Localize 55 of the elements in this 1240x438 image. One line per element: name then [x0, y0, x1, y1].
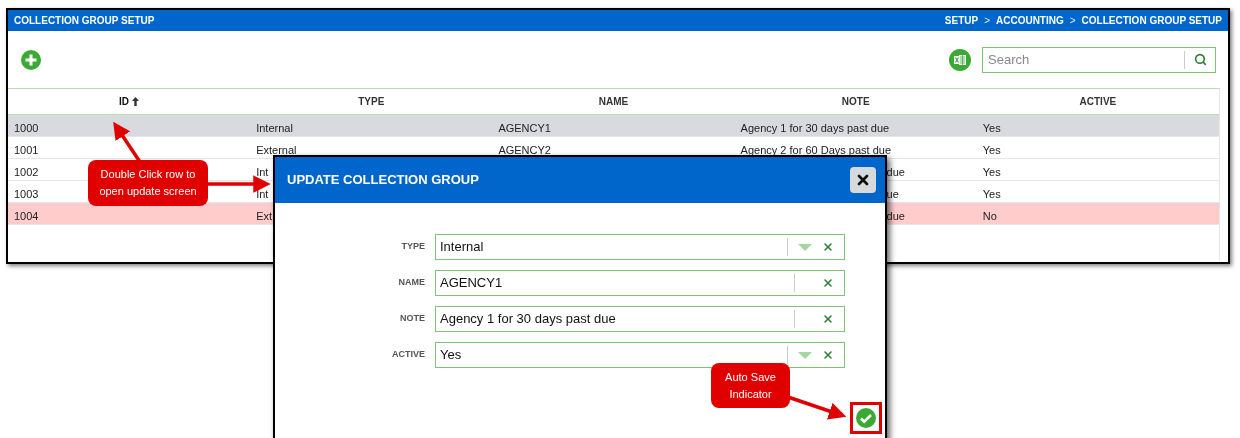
table-cell: Yes — [982, 122, 1001, 134]
breadcrumb-link[interactable]: SETUP — [944, 13, 979, 28]
table-cell: Int — [256, 188, 269, 200]
window-title: COLLECTION GROUP SETUP — [14, 14, 155, 28]
field-label: TYPE — [401, 240, 425, 254]
close-button[interactable] — [850, 167, 876, 193]
callout-text: Double Click row to open update screen — [98, 167, 198, 199]
table-cell: No — [982, 210, 997, 222]
breadcrumb-separator: > — [984, 14, 990, 28]
field-label: NAME — [398, 276, 425, 290]
column-header[interactable]: ACTIVE — [1079, 94, 1117, 109]
table-cell: AGENCY1 — [498, 122, 551, 134]
table-cell: 1003 — [14, 188, 39, 200]
table-cell: 1000 — [14, 122, 39, 134]
clear-icon[interactable] — [822, 349, 834, 361]
dialog-title: UPDATE COLLECTION GROUP — [287, 171, 479, 190]
table-cell: 1002 — [14, 166, 39, 178]
table-cell: AGENCY2 — [498, 144, 551, 156]
dropdown-field[interactable]: Yes — [435, 342, 845, 368]
table-cell: 1001 — [14, 144, 39, 156]
breadcrumb-link[interactable]: ACCOUNTING — [996, 13, 1064, 28]
table-cell: External — [256, 144, 297, 156]
table-cell: Agency 1 for 30 days past due — [740, 122, 890, 134]
spreadsheet-icon[interactable] — [949, 48, 971, 71]
column-header[interactable]: NOTE — [841, 94, 870, 109]
table-cell: ue — [886, 188, 899, 200]
table-cell: due — [886, 210, 905, 222]
table-row[interactable]: 1000 Internal AGENCY1 Agency 1 for 30 days past due Yes — [8, 115, 1219, 137]
search-field[interactable]: Search — [982, 46, 1216, 73]
clear-icon[interactable] — [822, 277, 834, 289]
clear-icon[interactable] — [822, 313, 834, 325]
close-icon — [855, 172, 871, 188]
table-cell: Yes — [982, 188, 1001, 200]
table-cell: Ext — [256, 210, 273, 222]
add-icon[interactable] — [21, 49, 41, 70]
column-header[interactable]: TYPE — [358, 94, 385, 109]
saved-check-icon — [856, 408, 876, 428]
field-label: NOTE — [400, 312, 425, 326]
search-icon[interactable] — [1194, 52, 1207, 66]
clear-icon[interactable] — [822, 241, 834, 253]
callout-text: Auto Save Indicator — [724, 369, 777, 402]
table-cell: Yes — [982, 166, 1001, 178]
table-cell: due — [886, 166, 905, 178]
table-cell: Yes — [982, 144, 1001, 156]
table-cell: Internal — [256, 122, 293, 134]
table-cell: Int — [256, 166, 269, 178]
breadcrumb-link[interactable]: COLLECTION GROUP SETUP — [1081, 13, 1222, 28]
column-header[interactable]: NAME — [598, 94, 629, 109]
dropdown-field[interactable]: Internal — [435, 234, 845, 260]
input-field[interactable]: Agency 1 for 30 days past due — [435, 306, 845, 332]
breadcrumb-separator: > — [1069, 14, 1076, 28]
field-label: ACTIVE — [392, 348, 425, 362]
input-field[interactable]: AGENCY1 — [435, 270, 845, 296]
table-cell: 1004 — [14, 210, 39, 222]
column-header[interactable]: ID — [119, 94, 130, 109]
